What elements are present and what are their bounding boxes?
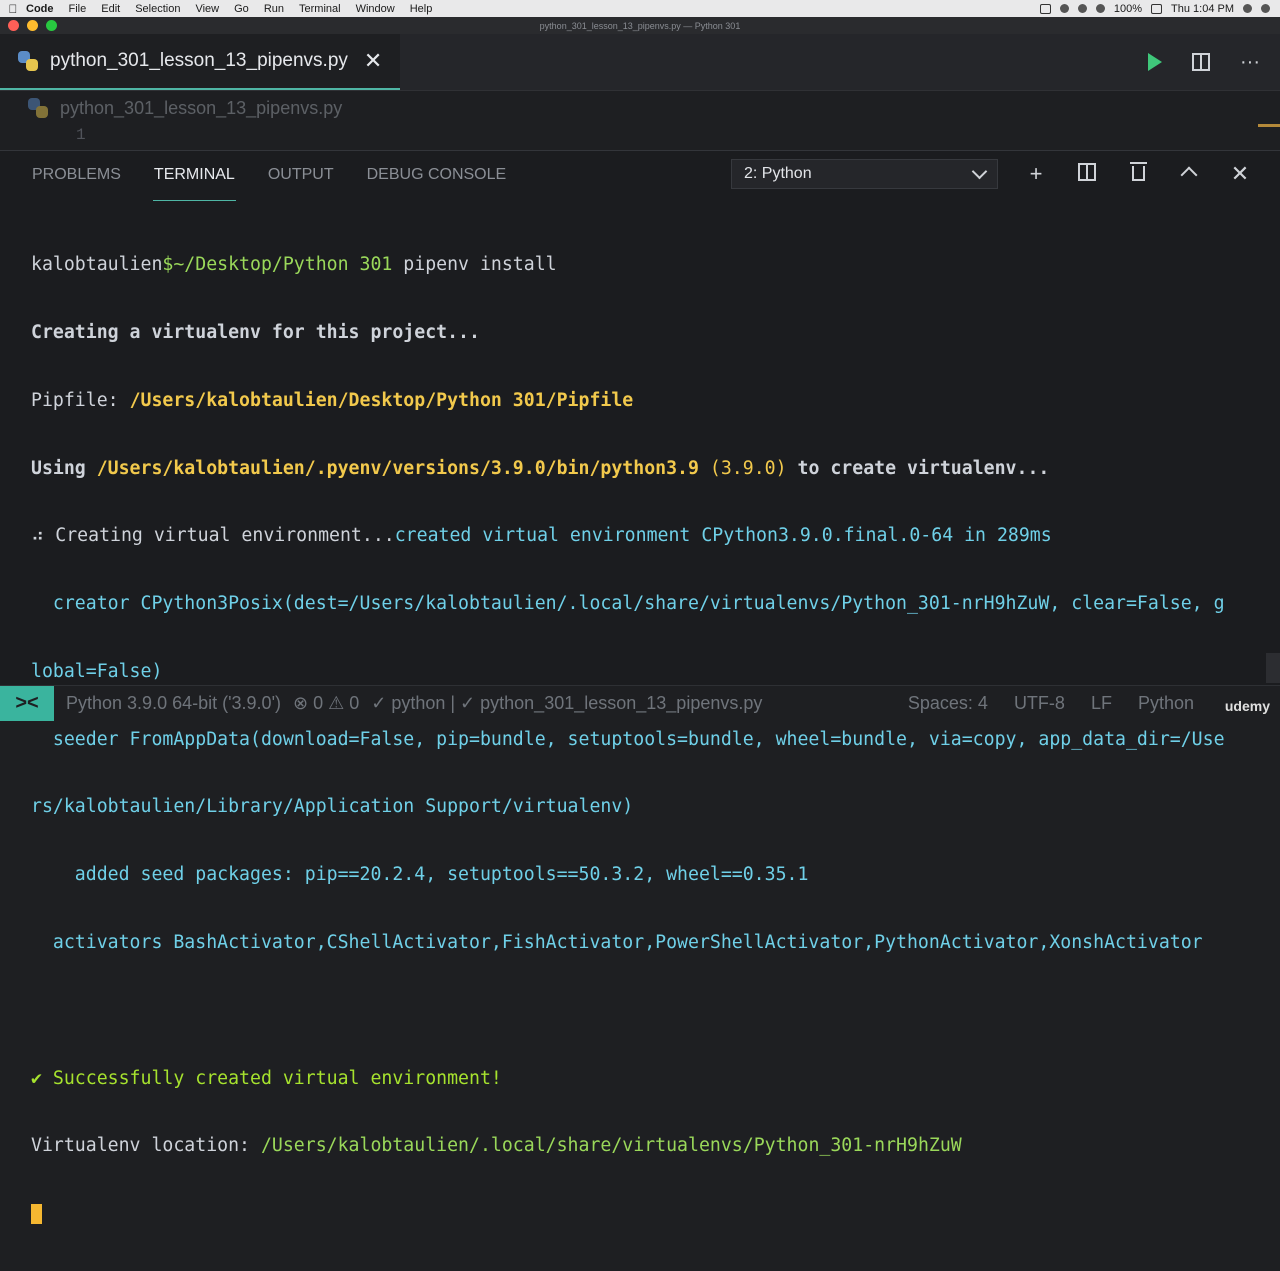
terminal-line: rs/kalobtaulien/Library/Application Supp… (31, 796, 634, 818)
python-version: (3.9.0) (698, 457, 787, 479)
volume-icon[interactable] (1095, 4, 1105, 13)
line-text: created virtual environment CPython3.9.0… (394, 525, 1052, 547)
apple-menu-icon[interactable]:  (0, 2, 26, 16)
terminal-line: Virtualenv location: /Users/kalobtaulien… (31, 1135, 1246, 1158)
menu-edit[interactable]: Edit (101, 3, 120, 15)
terminal-line: kalobtaulien$~/Desktop/Python 301 pipenv… (31, 254, 1246, 277)
cloud-icon[interactable] (1059, 4, 1069, 13)
language-mode[interactable]: Python (1138, 693, 1194, 714)
menu-file[interactable]: File (69, 3, 87, 15)
python-file-icon (28, 98, 48, 118)
tab-debug-console[interactable]: DEBUG CONSOLE (366, 151, 508, 201)
menu-bar-clock[interactable]: Thu 1:04 PM (1171, 3, 1234, 15)
terminal-line: Using /Users/kalobtaulien/.pyenv/version… (31, 458, 1246, 481)
terminal-line: lobal=False) (31, 660, 163, 682)
menu-terminal[interactable]: Terminal (299, 3, 341, 15)
terminal-line: creator CPython3Posix(dest=/Users/kalobt… (31, 593, 1225, 615)
window-title-bar: python_301_lesson_13_pipenvs.py — Python… (0, 17, 1280, 34)
panel-tabs: PROBLEMS TERMINAL OUTPUT DEBUG CONSOLE (0, 151, 507, 201)
terminal-select-value: 2: Python (744, 165, 812, 182)
remote-indicator[interactable]: >< (0, 686, 54, 721)
editor-actions: ··· (1118, 34, 1260, 90)
minimize-window-icon[interactable] (27, 20, 38, 31)
split-editor-icon[interactable] (1192, 53, 1211, 71)
menu-help[interactable]: Help (410, 3, 433, 15)
zoom-window-icon[interactable] (46, 20, 57, 31)
python-file-icon (18, 51, 38, 71)
menu-run[interactable]: Run (264, 3, 284, 15)
line-number: 1 (76, 126, 86, 144)
terminal-line (31, 1203, 1246, 1226)
terminal-line: Creating a virtualenv for this project..… (31, 321, 480, 343)
menu-window[interactable]: Window (356, 3, 395, 15)
terminal-line: seeder FromAppData(download=False, pip=b… (31, 728, 1225, 750)
tab-output[interactable]: OUTPUT (267, 151, 335, 201)
menu-view[interactable]: View (195, 3, 219, 15)
close-panel-icon[interactable]: ✕ (1224, 161, 1256, 187)
python-interpreter[interactable]: Python 3.9.0 64-bit ('3.9.0') (66, 693, 281, 714)
more-actions-icon[interactable]: ··· (1240, 51, 1260, 74)
terminal-line: ⠴ Creating virtual environment...created… (31, 525, 1246, 548)
screen-record-icon[interactable] (1039, 3, 1051, 14)
menu-bar-status: 100% Thu 1:04 PM (1031, 3, 1280, 15)
status-bar-right: Spaces: 4 UTF-8 LF Python (882, 693, 1280, 714)
line-label: Virtualenv location: (31, 1135, 261, 1157)
pipfile-path: /Users/kalobtaulien/Desktop/Python 301/P… (129, 389, 634, 411)
prompt-user: kalobtaulien (31, 254, 163, 276)
battery-percent: 100% (1113, 2, 1143, 15)
tab-terminal[interactable]: TERMINAL (152, 151, 236, 201)
status-bar: >< Python 3.9.0 64-bit ('3.9.0') ⊗ 0 ⚠ 0… (0, 685, 1280, 721)
battery-icon[interactable] (1151, 3, 1163, 14)
editor-tab-label: python_301_lesson_13_pipenvs.py (50, 50, 348, 71)
chevron-down-icon (971, 163, 988, 179)
editor-tab-bar: python_301_lesson_13_pipenvs.py ✕ ··· (0, 34, 1280, 91)
problems-count[interactable]: ⊗ 0 ⚠ 0 (293, 693, 359, 714)
line-label: Using (31, 457, 97, 479)
spotlight-icon[interactable] (1243, 4, 1252, 13)
indentation[interactable]: Spaces: 4 (908, 693, 988, 714)
wifi-icon[interactable] (1077, 4, 1087, 13)
udemy-watermark: udemy (1224, 698, 1270, 714)
line-text: to create virtualenv... (786, 457, 1050, 479)
panel-actions: + ✕ (1020, 159, 1275, 189)
close-window-icon[interactable] (8, 20, 19, 31)
overview-ruler-marker (1258, 124, 1280, 127)
encoding[interactable]: UTF-8 (1014, 693, 1065, 714)
terminal-instance-select[interactable]: 2: Python (731, 159, 998, 189)
prompt-path: $~/Desktop/Python 301 (162, 254, 393, 276)
breadcrumb: python_301_lesson_13_pipenvs.py (0, 91, 1280, 125)
virtualenv-path: /Users/kalobtaulien/.local/share/virtual… (260, 1135, 962, 1157)
terminal-line: Pipfile: /Users/kalobtaulien/Desktop/Pyt… (31, 390, 1246, 413)
line-text: ⠴ Creating virtual environment... (31, 525, 395, 547)
terminal-line: added seed packages: pip==20.2.4, setupt… (31, 864, 809, 886)
breadcrumb-file[interactable]: python_301_lesson_13_pipenvs.py (60, 98, 342, 119)
menu-go[interactable]: Go (234, 3, 249, 15)
command-text: pipenv install (392, 254, 557, 276)
siri-icon[interactable] (1261, 4, 1270, 13)
line-label: Pipfile: (31, 389, 130, 411)
window-title: python_301_lesson_13_pipenvs.py — Python… (539, 20, 741, 31)
menu-app-code[interactable]: Code (26, 3, 54, 15)
terminal-output[interactable]: kalobtaulien$~/Desktop/Python 301 pipenv… (31, 209, 1246, 1271)
terminal-line: activators BashActivator,CShellActivator… (31, 932, 1203, 953)
editor-tab-active[interactable]: python_301_lesson_13_pipenvs.py ✕ (0, 34, 400, 90)
terminal-cursor (31, 1204, 42, 1225)
terminal-line: ✔ Successfully created virtual environme… (31, 1067, 502, 1089)
macos-menu-bar:  Code File Edit Selection View Go Run T… (0, 0, 1280, 17)
terminal-scrollbar[interactable] (1266, 653, 1280, 683)
window-controls (8, 20, 65, 31)
bottom-panel: PROBLEMS TERMINAL OUTPUT DEBUG CONSOLE 2… (0, 150, 1280, 1225)
python-path: /Users/kalobtaulien/.pyenv/versions/3.9.… (96, 457, 699, 479)
run-python-file-icon[interactable] (1148, 53, 1163, 71)
tab-problems[interactable]: PROBLEMS (31, 151, 122, 201)
kill-terminal-icon[interactable] (1122, 161, 1154, 187)
tab-close-icon[interactable]: ✕ (364, 48, 382, 74)
end-of-line[interactable]: LF (1091, 693, 1112, 714)
split-terminal-icon[interactable] (1071, 161, 1103, 187)
task-status[interactable]: ✓ python | ✓ python_301_lesson_13_pipenv… (371, 693, 762, 714)
maximize-panel-icon[interactable] (1173, 161, 1205, 187)
new-terminal-icon[interactable]: + (1020, 161, 1052, 187)
menu-selection[interactable]: Selection (135, 3, 180, 15)
